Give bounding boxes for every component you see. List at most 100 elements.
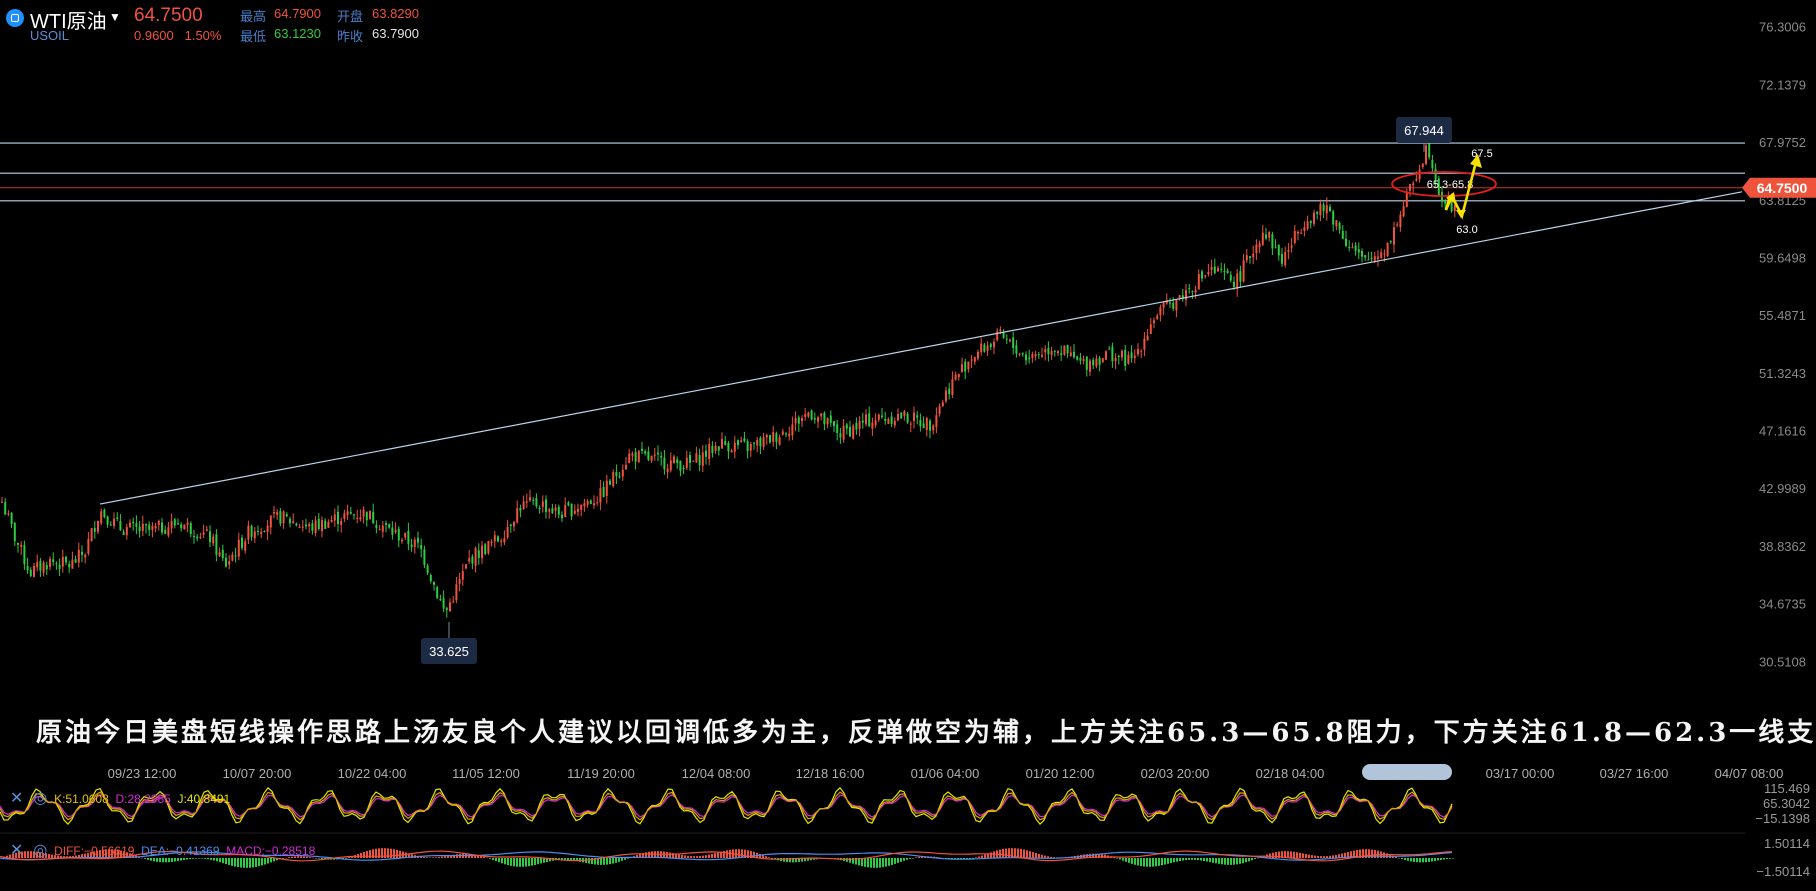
- candle-body: [145, 524, 147, 526]
- x-tick-label: 03/27 16:00: [1600, 766, 1669, 781]
- close-icon[interactable]: ✕: [10, 842, 23, 859]
- candle-body: [1175, 300, 1178, 311]
- candle-body: [1386, 242, 1389, 257]
- candle-body: [717, 446, 720, 451]
- candle-body: [1373, 256, 1376, 261]
- candle-body: [1018, 353, 1021, 355]
- candle-body: [253, 531, 256, 539]
- candle-body: [1297, 232, 1299, 234]
- candle-body: [1101, 358, 1104, 363]
- candle-body: [721, 438, 723, 449]
- candle-body: [113, 518, 115, 526]
- candle-body: [647, 451, 650, 460]
- candle-body: [785, 433, 787, 435]
- x-tick-blur: [1362, 764, 1452, 780]
- macd-bar: [1230, 858, 1232, 865]
- candle-body: [10, 512, 13, 524]
- y-tick-label: 67.9752: [1759, 135, 1806, 150]
- macd-bar: [429, 857, 431, 858]
- candle-body: [388, 523, 391, 528]
- candle-body: [1041, 354, 1043, 357]
- macd-bar: [1404, 858, 1406, 860]
- candle-body: [413, 539, 416, 547]
- candle-body: [932, 425, 935, 431]
- x-tick-label: 02/18 04:00: [1256, 766, 1325, 781]
- candle-body: [333, 514, 336, 521]
- settings-icon[interactable]: ◎: [33, 790, 47, 807]
- candle-body: [1124, 349, 1127, 366]
- candle-body: [1076, 356, 1079, 360]
- candle-body: [308, 524, 311, 527]
- macd-bar: [1032, 852, 1034, 858]
- macd-bar: [369, 850, 371, 858]
- indicator-panels: 115.46965.3042−15.1398 1.50114 −1.50114: [0, 781, 1810, 879]
- candle-body: [1402, 206, 1405, 217]
- candle-body: [596, 502, 599, 504]
- candle-body: [1005, 338, 1008, 340]
- candle-body: [173, 519, 176, 526]
- candle-body: [679, 460, 682, 471]
- candle-body: [237, 539, 240, 557]
- candle-body: [957, 373, 960, 378]
- candle-body: [605, 480, 608, 496]
- candle-body: [1069, 352, 1072, 356]
- macd-bar: [1449, 858, 1451, 859]
- macd-bar: [612, 858, 614, 864]
- macd-bar: [1254, 858, 1256, 860]
- candle-body: [625, 464, 627, 470]
- macd-bar: [1128, 858, 1130, 863]
- candle-body: [743, 438, 746, 442]
- macd-bar: [981, 855, 983, 858]
- candle-body: [657, 452, 659, 455]
- candle-body: [1185, 290, 1187, 300]
- macd-bar: [1302, 853, 1304, 858]
- candle-body: [1361, 251, 1363, 257]
- macd-bar: [621, 858, 623, 861]
- candle-body: [567, 502, 570, 506]
- macd-bar: [879, 858, 881, 868]
- candle-body: [397, 528, 400, 541]
- candle-body: [1303, 227, 1306, 231]
- candle-body: [980, 343, 983, 353]
- price-chart[interactable]: 76.300672.137967.975263.812559.649855.48…: [0, 0, 1816, 891]
- macd-bar: [1422, 858, 1424, 863]
- macd-axis-label: 1.50114: [1764, 836, 1810, 851]
- candle-body: [1191, 291, 1194, 293]
- candle-body: [481, 545, 483, 559]
- macd-bar: [1311, 855, 1313, 858]
- candle-body: [641, 448, 643, 451]
- y-tick-label: 47.1616: [1759, 424, 1806, 439]
- candle-body: [1079, 357, 1082, 361]
- candle-body: [1233, 281, 1235, 287]
- macd-bar: [717, 852, 719, 858]
- macd-bar: [1023, 849, 1025, 858]
- macd-bar: [1029, 851, 1031, 858]
- candle-body: [689, 455, 691, 463]
- settings-icon[interactable]: ◎: [33, 842, 47, 859]
- candle-body: [1108, 348, 1111, 350]
- candle-body: [506, 527, 509, 538]
- macd-bar: [708, 854, 710, 858]
- candle-body: [868, 413, 871, 427]
- candle-body: [39, 561, 42, 571]
- candle-body: [861, 420, 864, 423]
- macd-bar: [1314, 855, 1316, 858]
- macd-bar: [711, 853, 713, 858]
- close-icon[interactable]: ✕: [10, 790, 23, 807]
- candle-body: [1399, 214, 1402, 228]
- candle-body: [580, 504, 583, 511]
- macd-bar: [1152, 858, 1154, 867]
- macd-bar: [486, 857, 488, 859]
- macd-bar: [1008, 848, 1010, 858]
- candle-body: [426, 565, 429, 573]
- macd-bar: [1041, 854, 1043, 858]
- candle-body: [877, 414, 880, 420]
- candle-body: [961, 364, 963, 372]
- x-tick-label: 01/20 12:00: [1026, 766, 1095, 781]
- candle-body: [13, 523, 16, 542]
- candle-body: [125, 527, 128, 536]
- macd-bar: [900, 858, 902, 862]
- candle-body: [340, 520, 343, 526]
- candle-body: [474, 548, 477, 566]
- candle-body: [538, 507, 541, 509]
